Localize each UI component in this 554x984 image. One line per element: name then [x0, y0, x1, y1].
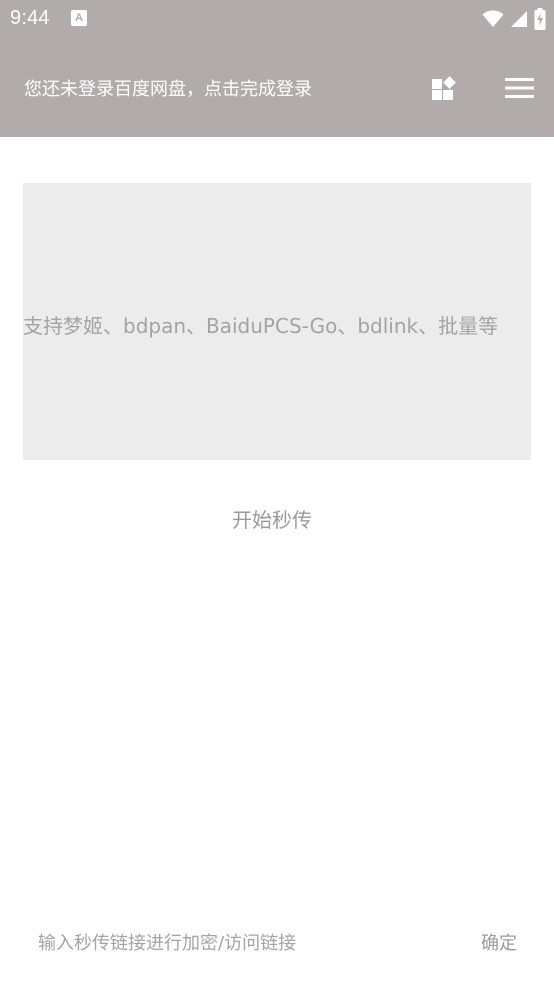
link-input-placeholder: 支持梦姬、bdpan、BaiduPCS-Go、bdlink、批量等	[23, 314, 499, 338]
apps-button[interactable]	[431, 75, 457, 101]
status-indicators	[482, 8, 546, 30]
status-bar: 9:44 A	[0, 0, 554, 38]
menu-button[interactable]	[505, 77, 534, 99]
menu-icon	[505, 78, 534, 98]
confirm-button[interactable]: 确定	[470, 930, 528, 958]
wifi-icon	[482, 10, 504, 27]
cell-signal-icon	[511, 11, 527, 27]
app-screen: 9:44 A 您还未登录百度网盘，点击完成登录 支持梦姬、bdpan、Baidu…	[0, 0, 554, 984]
login-prompt[interactable]: 您还未登录百度网盘，点击完成登录	[24, 75, 312, 101]
encrypt-link-input[interactable]: 输入秒传链接进行加密/访问链接	[38, 930, 438, 958]
battery-charging-icon	[534, 8, 546, 30]
app-bar: 您还未登录百度网盘，点击完成登录	[0, 38, 554, 137]
apps-icon	[432, 76, 456, 100]
start-transfer-button[interactable]: 开始秒传	[200, 500, 344, 540]
notification-app-icon: A	[71, 10, 87, 26]
status-time: 9:44	[10, 7, 50, 29]
link-input[interactable]: 支持梦姬、bdpan、BaiduPCS-Go、bdlink、批量等	[23, 183, 531, 460]
